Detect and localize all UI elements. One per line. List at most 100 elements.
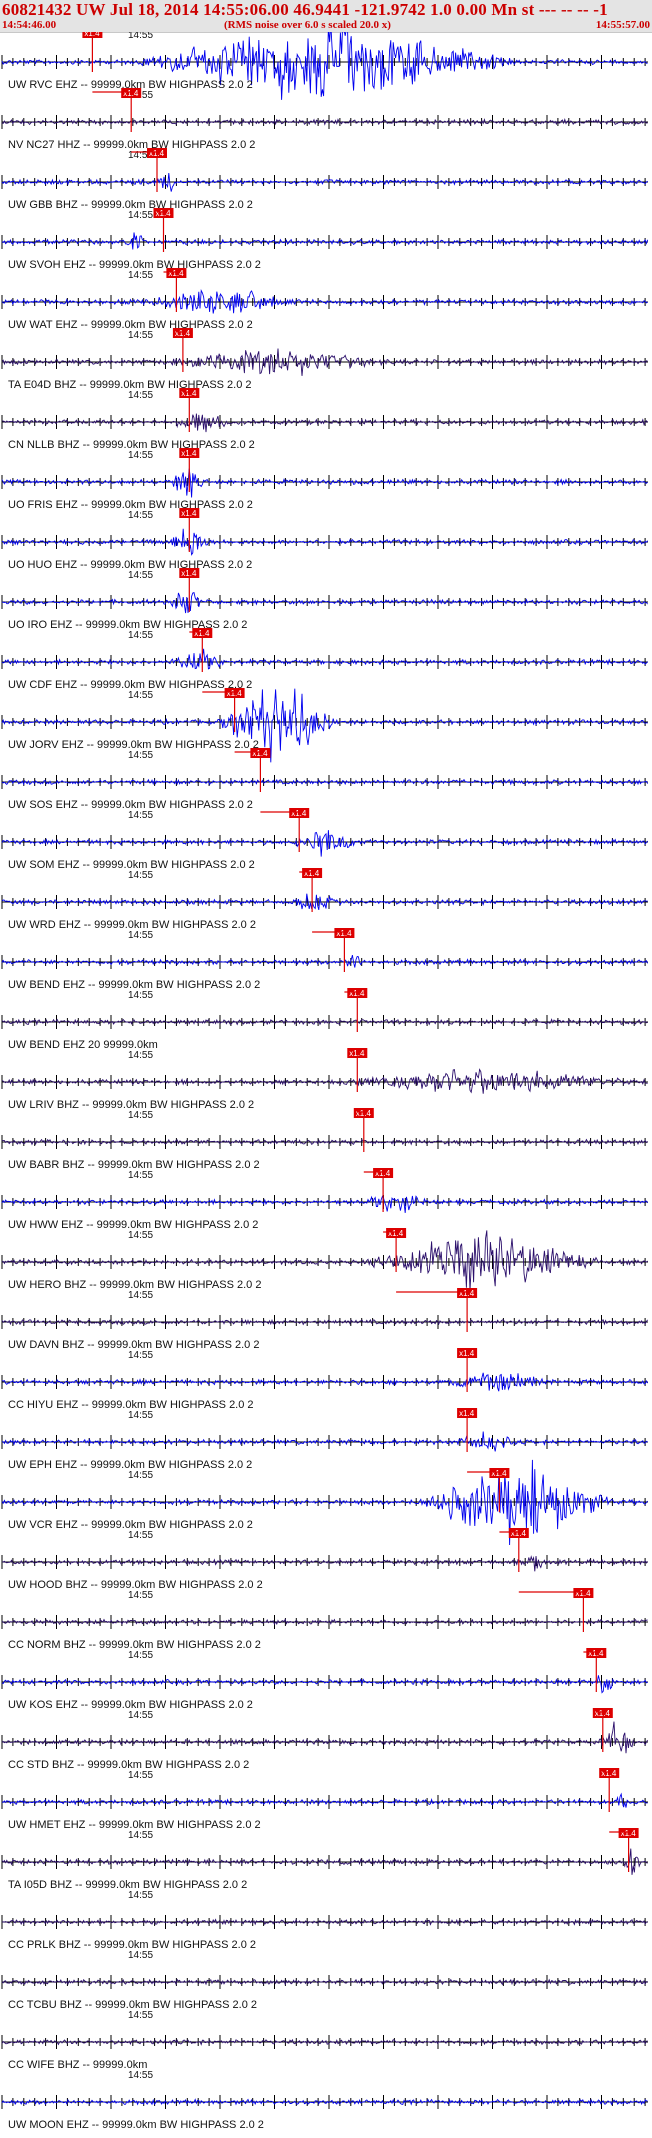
pick-label: x1.4 (123, 89, 139, 98)
time-tick-label: 14:55 (128, 2010, 153, 2021)
pick-label: x1.4 (356, 1109, 372, 1118)
trace-14: UW WRD EHZ -- 99999.0km BW HIGHPASS 2.0 … (1, 868, 648, 931)
trace-21: UW DAVN BHZ -- 99999.0km BW HIGHPASS 2.0… (1, 1288, 648, 1351)
time-tick-label: 14:55 (128, 1950, 153, 1961)
time-tick-label: 14:55 (128, 1770, 153, 1781)
pick-label: x1.4 (375, 1169, 391, 1178)
trace-2: UW GBB BHZ -- 99999.0km BW HIGHPASS 2.0 … (1, 148, 648, 211)
waveform (1, 232, 649, 250)
time-tick-label: 14:55 (128, 1710, 153, 1721)
trace-12: UW SOS EHZ -- 99999.0km BW HIGHPASS 2.0 … (1, 748, 648, 811)
trace-25: UW HOOD BHZ -- 99999.0km BW HIGHPASS 2.0… (1, 1528, 648, 1591)
time-tick-label: 14:55 (128, 1650, 153, 1661)
waveform (1, 830, 648, 857)
trace-16: UW BEND EHZ 20 99999.0km14:55 x1.4 (1, 988, 648, 1051)
waveform (1, 648, 648, 670)
trace-34: UW MOON EHZ -- 99999.0km BW HIGHPASS 2.0… (1, 2070, 648, 2131)
time-tick-label: 14:55 (128, 1290, 153, 1301)
trace-10: UW CDF EHZ -- 99999.0km BW HIGHPASS 2.0 … (1, 628, 648, 691)
pick-label: x1.4 (149, 149, 165, 158)
pick-label: x1.4 (459, 1409, 475, 1418)
time-tick-label: 14:55 (128, 2070, 153, 2081)
trace-24: UW VCR EHZ -- 99999.0km BW HIGHPASS 2.0 … (1, 1459, 648, 1546)
waveform (1, 688, 648, 763)
time-tick-label: 14:55 (128, 1590, 153, 1601)
time-tick-label: 14:55 (128, 1350, 153, 1361)
pick-label: x1.4 (621, 1829, 637, 1838)
time-tick-label: 14:55 (128, 630, 153, 641)
pick-label: x1.4 (156, 209, 172, 218)
time-tick-label: 14:55 (128, 990, 153, 1001)
trace-11: UW JORV EHZ -- 99999.0km BW HIGHPASS 2.0… (1, 688, 648, 763)
pick-label: x1.4 (595, 1709, 611, 1718)
trace-1: NV NC27 HHZ -- 99999.0km BW HIGHPASS 2.0… (1, 88, 648, 151)
pick-label: x1.4 (349, 989, 365, 998)
waveform (1, 592, 648, 614)
time-tick-label: 14:55 (128, 750, 153, 761)
time-tick-label: 14:55 (128, 1830, 153, 1841)
pick-label: x1.4 (194, 629, 210, 638)
rms-note: (RMS noise over 6.0 s scaled 20.0 x) (224, 19, 391, 31)
trace-22: CC HIYU EHZ -- 99999.0km BW HIGHPASS 2.0… (1, 1348, 648, 1411)
pick-label: x1.4 (181, 569, 197, 578)
trace-17: UW LRIV BHZ -- 99999.0km BW HIGHPASS 2.0… (1, 1048, 648, 1111)
pick-label: x1.4 (227, 689, 243, 698)
trace-8: UO HUO EHZ -- 99999.0km BW HIGHPASS 2.0 … (1, 508, 648, 571)
trace-32: CC TCBU BHZ -- 99999.0km BW HIGHPASS 2.0… (1, 1950, 648, 2011)
pick-label: x1.4 (181, 449, 197, 458)
trace-28: CC STD BHZ -- 99999.0km BW HIGHPASS 2.0 … (1, 1708, 648, 1771)
time-tick-label: 14:55 (128, 32, 153, 41)
trace-6: CN NLLB BHZ -- 99999.0km BW HIGHPASS 2.0… (1, 388, 648, 451)
waveform (1, 1792, 648, 1808)
time-tick-label: 14:55 (128, 270, 153, 281)
trace-4: UW WAT EHZ -- 99999.0km BW HIGHPASS 2.0 … (1, 268, 648, 331)
time-tick-label: 14:55 (128, 1170, 153, 1181)
time-tick-label: 14:55 (128, 450, 153, 461)
waveform (1, 2038, 648, 2046)
pick-label: x1.4 (84, 32, 100, 38)
time-tick-label: 14:55 (128, 1110, 153, 1121)
pick-label: x1.4 (588, 1649, 604, 1658)
pick-label: x1.4 (459, 1349, 475, 1358)
waveform (1, 1721, 648, 1754)
waveform (1, 413, 648, 433)
trace-23: UW EPH EHZ -- 99999.0km BW HIGHPASS 2.0 … (1, 1408, 648, 1471)
pick-label: x1.4 (304, 869, 320, 878)
pick-label: x1.4 (291, 809, 307, 818)
time-tick-label: 14:55 (128, 930, 153, 941)
trace-13: UW SOM EHZ -- 99999.0km BW HIGHPASS 2.0 … (1, 808, 648, 871)
trace-29: UW HMET EHZ -- 99999.0km BW HIGHPASS 2.0… (1, 1768, 648, 1831)
time-tick-label: 14:55 (128, 1410, 153, 1421)
station-label: CC WIFE BHZ -- 99999.0km (8, 2059, 147, 2071)
trace-20: UW HERO BHZ -- 99999.0km BW HIGHPASS 2.0… (1, 1228, 648, 1292)
time-tick-label: 14:55 (128, 390, 153, 401)
pick-label: x1.4 (168, 269, 184, 278)
seismogram-header: 60821432 UW Jul 18, 2014 14:55:06.00 46.… (0, 0, 652, 33)
pick-label: x1.4 (575, 1589, 591, 1598)
pick-label: x1.4 (181, 389, 197, 398)
trace-19: UW HWW EHZ -- 99999.0km BW HIGHPASS 2.0 … (1, 1168, 648, 1231)
seismogram-traces: UW RVC EHZ -- 99999.0km BW HIGHPASS 2.0 … (1, 32, 649, 2131)
trace-7: UO FRIS EHZ -- 99999.0km BW HIGHPASS 2.0… (1, 448, 648, 511)
trace-18: UW BABR BHZ -- 99999.0km BW HIGHPASS 2.0… (1, 1108, 648, 1171)
trace-30: TA I05D BHZ -- 99999.0km BW HIGHPASS 2.0… (1, 1828, 648, 1891)
waveform (1, 1195, 648, 1213)
trace-27: UW KOS EHZ -- 99999.0km BW HIGHPASS 2.0 … (1, 1648, 648, 1711)
time-tick-label: 14:55 (128, 210, 153, 221)
pick-label: x1.4 (181, 509, 197, 518)
time-tick-label: 14:55 (128, 570, 153, 581)
trace-9: UO IRO EHZ -- 99999.0km BW HIGHPASS 2.0 … (1, 568, 648, 631)
time-tick-label: 14:55 (128, 1050, 153, 1061)
pick-label: x1.4 (511, 1529, 527, 1538)
time-tick-label: 14:55 (128, 1230, 153, 1241)
trace-3: UW SVOH EHZ -- 99999.0km BW HIGHPASS 2.0… (1, 208, 649, 271)
trace-0: UW RVC EHZ -- 99999.0km BW HIGHPASS 2.0 … (1, 32, 648, 100)
pick-label: x1.4 (601, 1769, 617, 1778)
waveform (1, 468, 648, 498)
waveform (1, 1675, 648, 1694)
pick-label: x1.4 (336, 929, 352, 938)
time-tick-label: 14:55 (128, 1890, 153, 1901)
waveform (1, 954, 649, 968)
time-tick-label: 14:55 (128, 510, 153, 521)
trace-31: CC PRLK BHZ -- 99999.0km BW HIGHPASS 2.0… (1, 1890, 648, 1951)
